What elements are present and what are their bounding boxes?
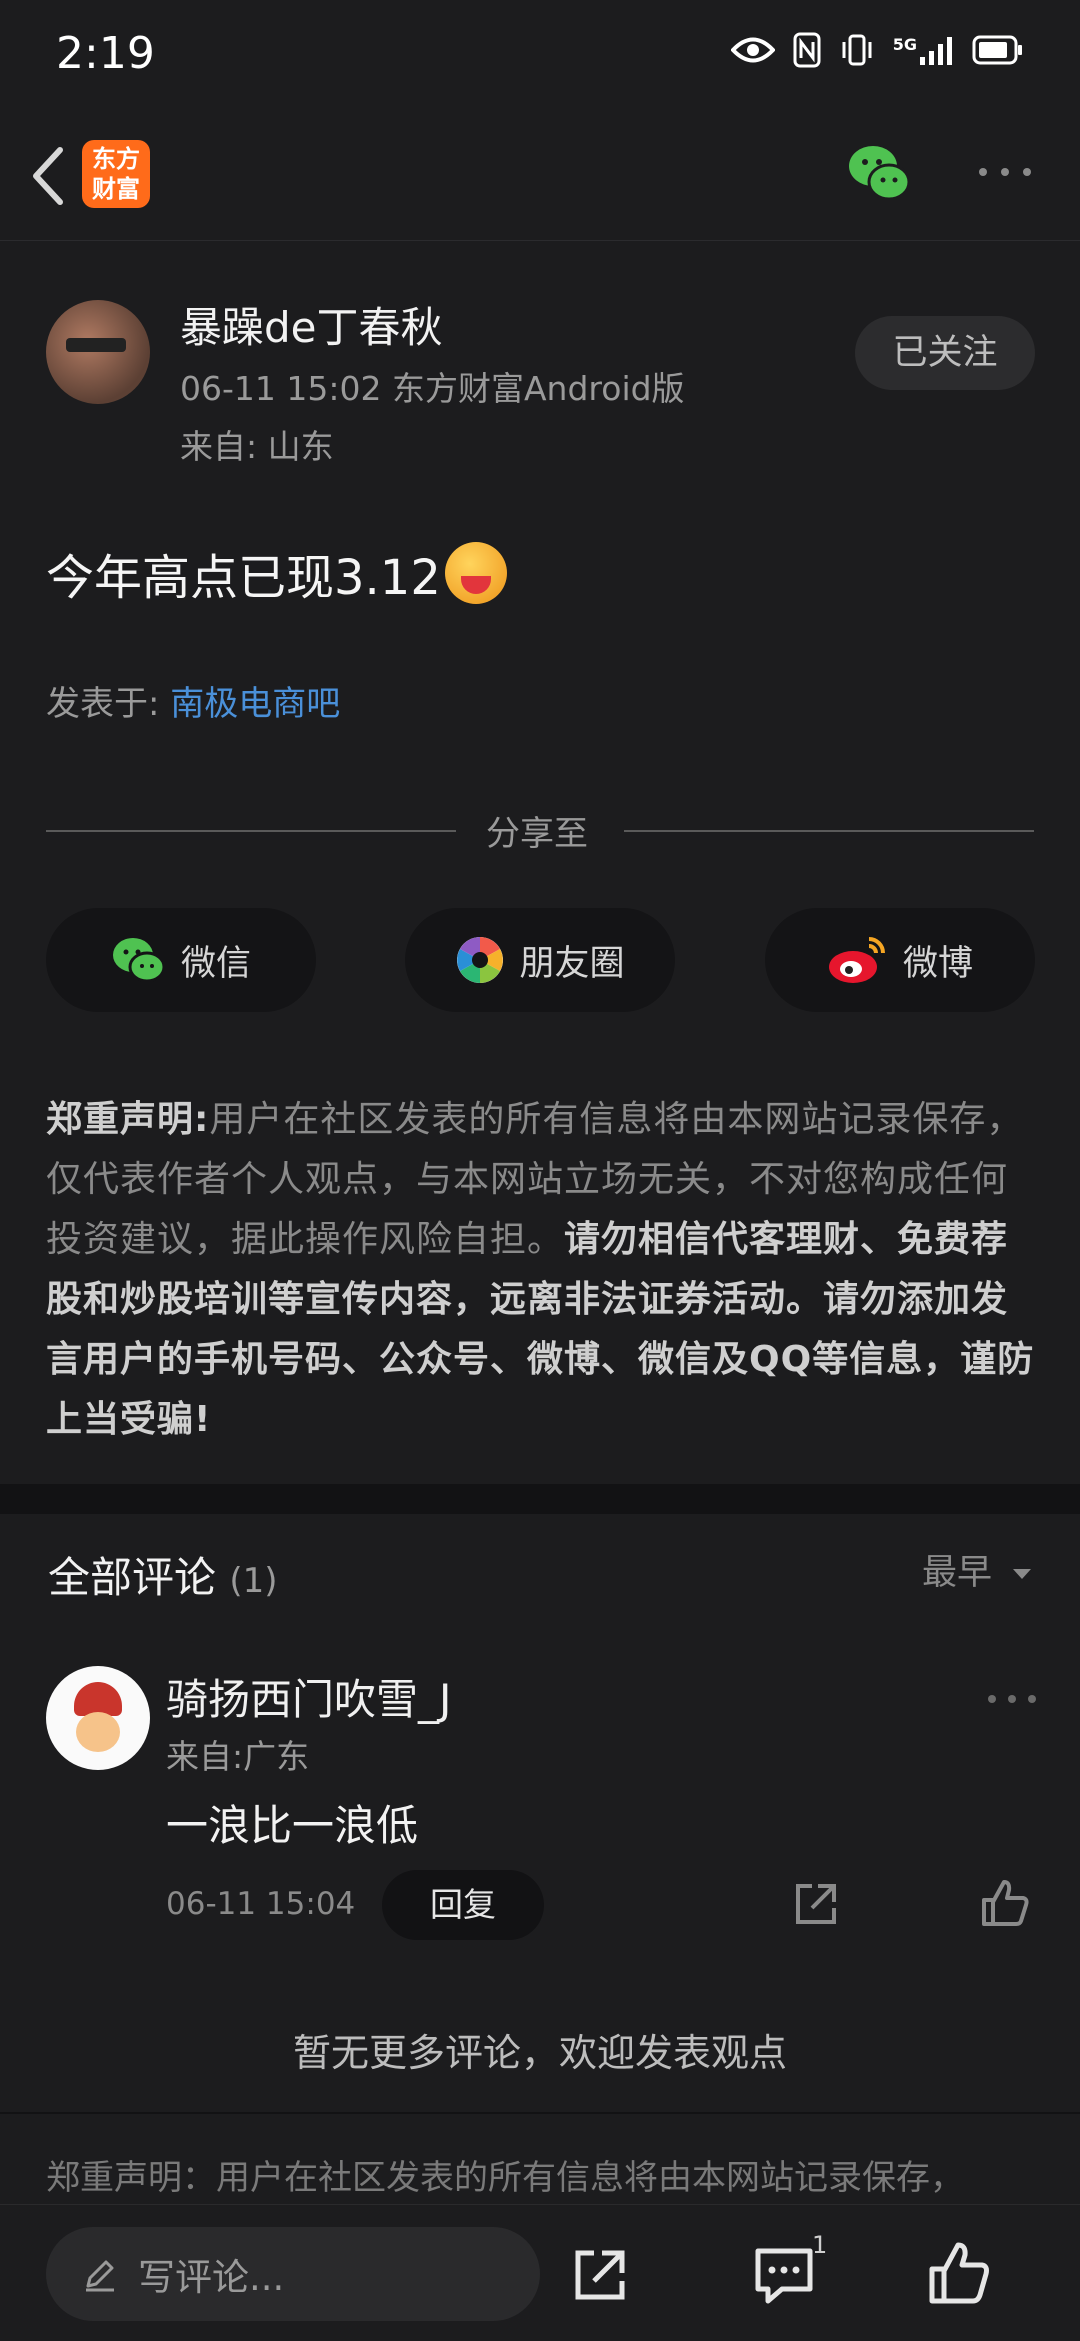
comment-count-badge: 1 xyxy=(812,2231,828,2259)
post-location: 来自: 山东 xyxy=(180,427,334,466)
more-options-icon[interactable] xyxy=(975,162,1035,182)
nfc-icon xyxy=(793,32,821,68)
share-weibo-label: 微博 xyxy=(902,943,973,984)
comments-title: 全部评论 xyxy=(48,1553,217,1602)
share-wechat-label: 微信 xyxy=(180,943,251,984)
share-moments-button[interactable]: 朋友圈 xyxy=(405,908,675,1012)
status-time: 2:19 xyxy=(56,28,155,79)
bottom-action-bar: 写评论... 1 xyxy=(0,2204,1080,2341)
comment-input-placeholder: 写评论... xyxy=(138,2256,285,2299)
comment-text: 一浪比一浪低 xyxy=(166,1801,419,1850)
divider xyxy=(46,830,456,832)
emoji-icon xyxy=(444,542,507,604)
sort-dropdown[interactable]: 最早 xyxy=(922,1544,1033,1595)
share-weibo-button[interactable]: 微博 xyxy=(765,908,1035,1012)
post-content: 今年高点已现3.12 xyxy=(46,538,507,608)
post-meta: 06-11 15:02 东方财富Android版 xyxy=(180,369,685,408)
comments-header: 全部评论 (1) xyxy=(48,1544,278,1605)
comment-input[interactable]: 写评论... xyxy=(46,2227,540,2321)
commenter-name[interactable]: 骑扬西门吹雪_J xyxy=(166,1666,451,1727)
comment-like-icon[interactable] xyxy=(980,1878,1030,1928)
wechat-icon xyxy=(112,938,166,983)
commenter-avatar[interactable] xyxy=(46,1666,150,1770)
section-separator xyxy=(0,1484,1080,1514)
pencil-icon xyxy=(86,2260,114,2292)
post-content-text: 今年高点已现3.12 xyxy=(46,550,441,606)
comment-time: 06-11 15:04 xyxy=(166,1886,356,1922)
sort-label: 最早 xyxy=(922,1553,993,1593)
posted-in-label: 发表于: xyxy=(46,684,171,724)
weibo-icon xyxy=(828,937,885,983)
comment-share-icon[interactable] xyxy=(792,1880,840,1928)
back-arrow-icon[interactable] xyxy=(22,144,78,208)
disclaimer: 郑重声明:用户在社区发表的所有信息将由本网站记录保存，仅代表作者个人观点，与本网… xyxy=(46,1090,1036,1450)
caret-down-icon xyxy=(1013,1569,1032,1579)
signal-icon: 5G xyxy=(893,35,954,65)
divider xyxy=(0,2112,1080,2114)
follow-button[interactable]: 已关注 xyxy=(855,316,1035,390)
share-moments-label: 朋友圈 xyxy=(519,943,625,984)
divider xyxy=(624,830,1034,832)
app-logo[interactable]: 东方 财富 xyxy=(82,140,150,208)
network-label: 5G xyxy=(892,35,917,54)
reply-button[interactable]: 回复 xyxy=(382,1870,544,1940)
commenter-location: 来自:广东 xyxy=(166,1737,310,1776)
footer-disclaimer: 郑重声明：用户在社区发表的所有信息将由本网站记录保存， xyxy=(46,2158,964,2198)
disclaimer-title: 郑重声明: xyxy=(46,1099,210,1140)
top-nav-bar: 东方 财富 xyxy=(0,110,1080,241)
status-icons: 5G xyxy=(730,32,1024,68)
comments-count: (1) xyxy=(229,1561,278,1601)
comment-more-icon[interactable] xyxy=(985,1690,1039,1708)
moments-icon xyxy=(457,937,504,983)
like-icon[interactable] xyxy=(928,2241,990,2305)
wechat-share-icon[interactable] xyxy=(845,140,913,208)
share-icon[interactable] xyxy=(570,2245,630,2305)
share-wechat-button[interactable]: 微信 xyxy=(46,908,316,1012)
share-label: 分享至 xyxy=(486,814,588,854)
logo-text-bottom: 财富 xyxy=(92,175,140,203)
author-name[interactable]: 暴躁de丁春秋 xyxy=(180,294,443,355)
no-more-comments: 暂无更多评论，欢迎发表观点 xyxy=(292,2031,787,2075)
vibrate-icon xyxy=(842,34,872,66)
battery-icon xyxy=(972,35,1022,65)
author-avatar[interactable] xyxy=(46,300,150,404)
status-bar: 2:19 5G xyxy=(0,0,1080,110)
forum-link[interactable]: 南极电商吧 xyxy=(170,684,340,724)
eye-icon xyxy=(730,37,775,63)
posted-in: 发表于: 南极电商吧 xyxy=(46,676,340,725)
comment-icon[interactable] xyxy=(752,2245,816,2305)
logo-text-top: 东方 xyxy=(92,145,140,173)
